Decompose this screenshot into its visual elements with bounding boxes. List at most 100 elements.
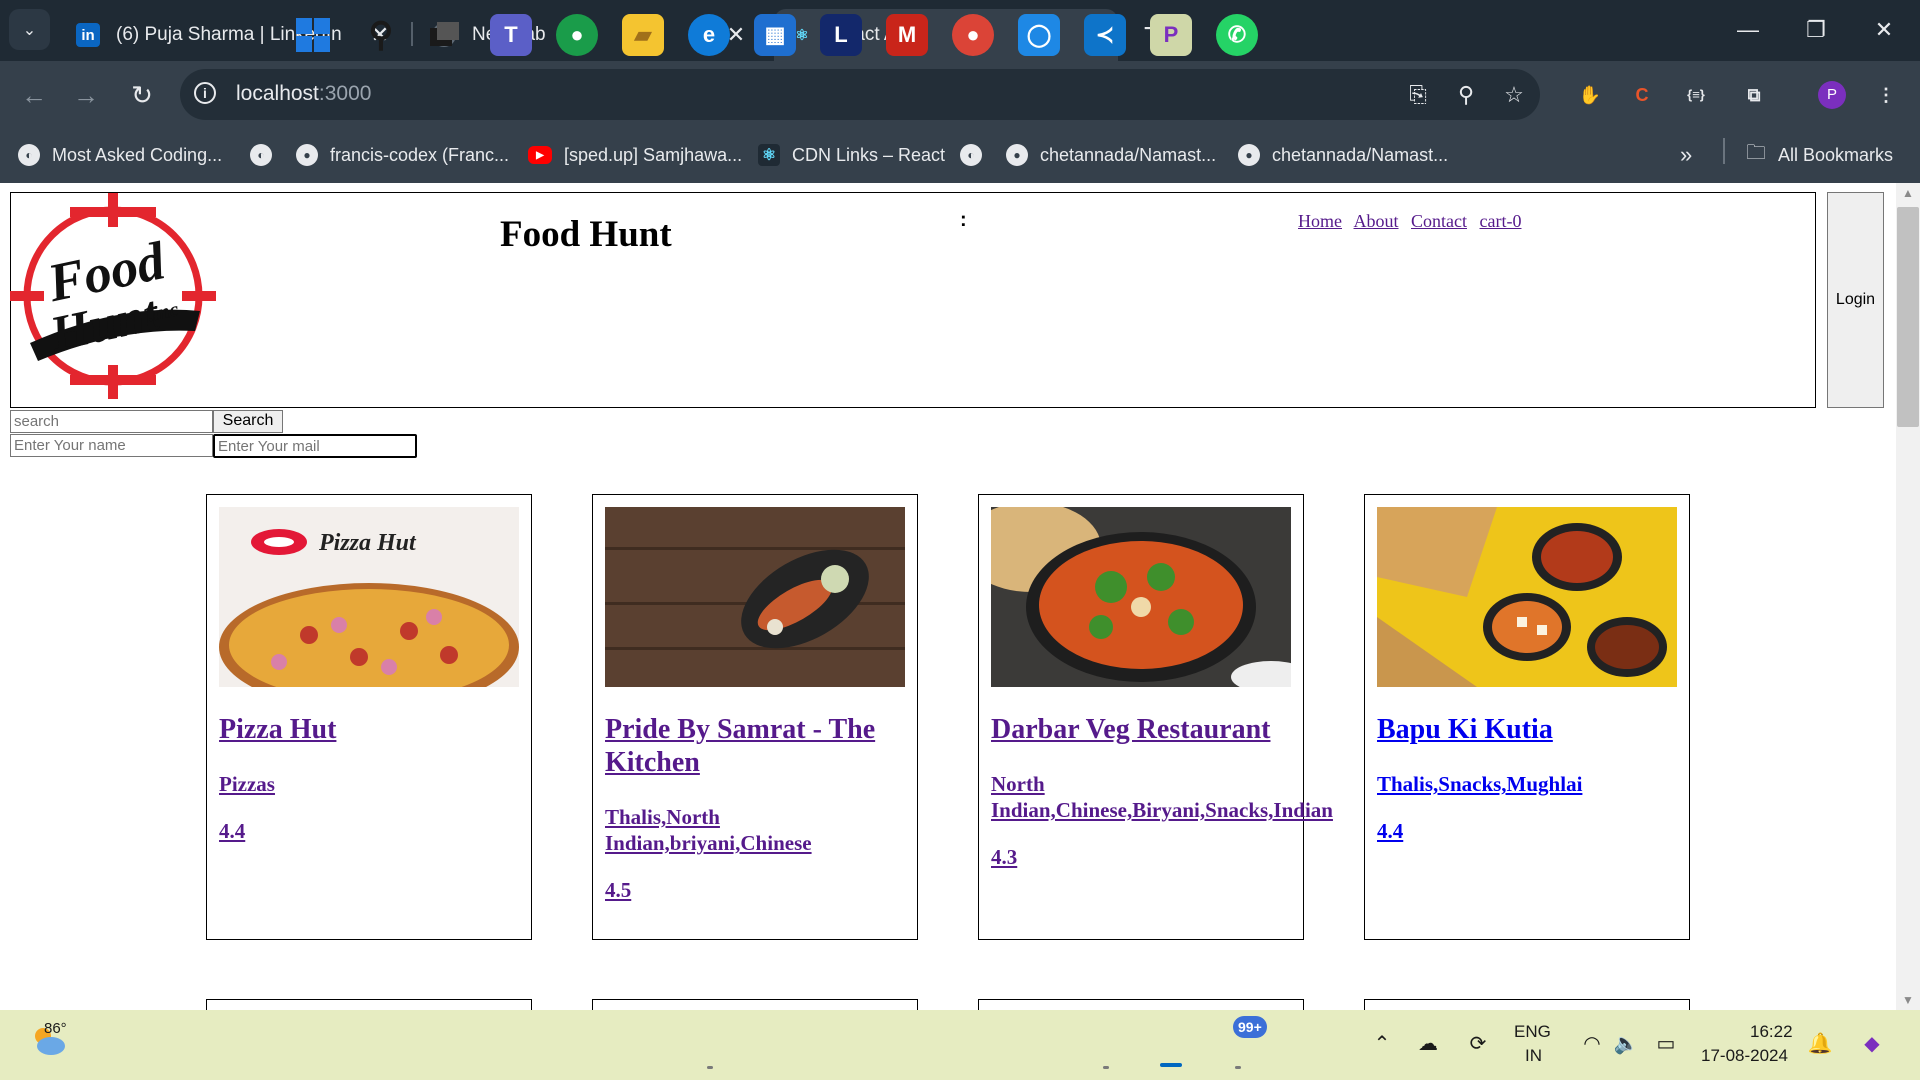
bookmark-item[interactable]: ⚛ CDN Links – React (758, 138, 945, 172)
bookmark-label: CDN Links – React (792, 144, 946, 165)
name-input[interactable] (10, 434, 213, 457)
extensions-puzzle-icon[interactable]: ⧉ (1740, 81, 1768, 109)
search-icon[interactable]: ⚲ (360, 14, 402, 56)
language-indicator[interactable]: ENG (1514, 1022, 1551, 1042)
browser-menu-icon[interactable]: ⋮ (1872, 81, 1900, 109)
l-app-icon[interactable]: L (820, 14, 862, 56)
clock-date[interactable]: 17-08-2024 (1701, 1046, 1788, 1066)
adblock-extension-icon[interactable]: ✋ (1576, 81, 1604, 109)
close-window-icon[interactable]: ✕ (1854, 8, 1914, 52)
nav-contact-link[interactable]: Contact (1411, 211, 1467, 231)
restore-icon[interactable]: ❐ (1786, 8, 1846, 52)
bookmark-item[interactable]: ● chetannada/Namast... (1238, 138, 1448, 172)
kebab-image (605, 507, 905, 687)
tab-linkedin[interactable]: in (6) Puja Sharma | LinkedIn ✕ (60, 9, 404, 61)
battery-icon[interactable]: ▭ (1652, 1030, 1680, 1058)
login-button[interactable]: Login (1827, 192, 1884, 408)
all-bookmarks-button[interactable]: 🗀 All Bookmarks (1746, 138, 1893, 172)
restaurant-name[interactable]: Pride By Samrat - The Kitchen (605, 713, 925, 779)
zoom-icon[interactable]: ⚲ (1450, 79, 1482, 111)
restaurant-cuisines[interactable]: Thalis,North Indian,briyani,Chinese (605, 804, 905, 856)
bookmarks-overflow-button[interactable]: » (1680, 138, 1692, 172)
vscode-icon[interactable]: ≺ (1084, 14, 1126, 56)
volume-icon[interactable]: 🔈 (1612, 1030, 1640, 1058)
chrome-icon[interactable]: ● (952, 14, 994, 56)
mcafee-icon[interactable]: M (886, 14, 928, 56)
c-extension-icon[interactable]: C (1628, 81, 1656, 109)
forward-icon[interactable]: → (68, 77, 104, 113)
restaurant-rating[interactable]: 4.5 (605, 878, 631, 903)
edge-icon[interactable]: e (688, 14, 730, 56)
restaurant-card-partial[interactable] (592, 999, 918, 1010)
show-hidden-icons-icon[interactable]: ⌃ (1368, 1030, 1396, 1058)
back-icon[interactable]: ← (16, 77, 52, 113)
nav-home-link[interactable]: Home (1298, 211, 1342, 231)
onedrive-icon[interactable]: ☁ (1414, 1030, 1442, 1058)
globe-icon: ◐ (250, 144, 272, 166)
restaurant-rating[interactable]: 4.4 (1377, 819, 1403, 844)
tab-search-button[interactable]: ⌄ (9, 9, 50, 50)
pizza-hut-logo-text: Pizza Hut (318, 530, 417, 556)
json-extension-icon[interactable]: {≡} (1682, 81, 1710, 109)
store-icon[interactable]: ▦ (754, 14, 796, 56)
zoom-app-icon[interactable]: ◯ (1018, 14, 1060, 56)
region-indicator[interactable]: IN (1525, 1046, 1542, 1066)
restaurant-rating[interactable]: 4.3 (991, 845, 1017, 870)
sync-icon[interactable]: ⟳ (1464, 1030, 1492, 1058)
bookmark-item[interactable]: ◐ (960, 138, 994, 172)
teams-icon[interactable]: T (490, 14, 532, 56)
mail-input[interactable] (213, 434, 417, 458)
restaurant-card[interactable]: Pizza Hut Pizza Hut Pizzas 4.4 (206, 494, 532, 940)
restaurant-cuisines[interactable]: Thalis,Snacks,Mughlai (1377, 771, 1737, 797)
chrome-profile-icon[interactable]: ● (556, 14, 598, 56)
search-input[interactable] (10, 410, 213, 433)
file-explorer-icon[interactable]: ▰ (622, 14, 664, 56)
page-viewport: Food Hunt .inc Food Hunt : Home About Co… (0, 183, 1920, 1010)
site-info-icon[interactable]: i (194, 82, 216, 104)
restaurant-card-partial[interactable] (206, 999, 532, 1010)
curry-image (991, 507, 1291, 687)
address-bar[interactable]: i localhost:3000 ⎘ ⚲ ☆ (180, 69, 1540, 120)
bookmark-item[interactable]: ● chetannada/Namast... (1006, 138, 1216, 172)
nav-cart-link[interactable]: cart-0 (1480, 211, 1522, 231)
bookmark-item[interactable]: ◐ Most Asked Coding... (18, 138, 222, 172)
restaurant-cuisines[interactable]: Pizzas (219, 771, 579, 797)
clock-time[interactable]: 16:22 (1750, 1022, 1793, 1042)
scroll-up-icon[interactable]: ▲ (1896, 183, 1920, 203)
restaurant-cuisines[interactable]: North Indian,Chinese,Biryani,Snacks,Indi… (991, 771, 1371, 823)
minimize-icon[interactable]: — (1718, 8, 1778, 52)
reload-icon[interactable]: ↻ (124, 77, 160, 113)
restaurant-card-partial[interactable] (978, 999, 1304, 1010)
search-button[interactable]: Search (213, 410, 283, 433)
all-bookmarks-label: All Bookmarks (1778, 144, 1894, 165)
restaurant-card[interactable]: Bapu Ki Kutia Thalis,Snacks,Mughlai 4.4 (1364, 494, 1690, 940)
restaurant-name[interactable]: Darbar Veg Restaurant (991, 713, 1311, 746)
restaurant-rating[interactable]: 4.4 (219, 819, 245, 844)
scrollbar-thumb[interactable] (1897, 207, 1919, 427)
bookmark-star-icon[interactable]: ☆ (1498, 79, 1530, 111)
wifi-icon[interactable]: ◠ (1578, 1030, 1606, 1058)
food-hunt-logo: Food Hunt .inc (10, 193, 216, 399)
url-text[interactable]: localhost:3000 (236, 82, 371, 106)
restaurant-name[interactable]: Pizza Hut (219, 713, 539, 746)
restaurant-name[interactable]: Bapu Ki Kutia (1377, 713, 1697, 746)
whatsapp-icon[interactable]: ✆ (1216, 14, 1258, 56)
bookmark-item[interactable]: ◐ (250, 138, 284, 172)
bookmark-item[interactable]: ▶ [sped.up] Samjhawa... (528, 138, 742, 172)
copilot-icon[interactable]: ◆ (1858, 1030, 1886, 1058)
start-button[interactable] (292, 14, 334, 56)
chrome-profile-p-icon[interactable]: P (1150, 14, 1192, 56)
notification-bell-icon[interactable]: 🔔 (1806, 1030, 1834, 1058)
task-view-icon[interactable] (424, 14, 466, 56)
restaurant-card-partial[interactable] (1364, 999, 1690, 1010)
restaurant-card[interactable]: Darbar Veg Restaurant North Indian,Chine… (978, 494, 1333, 940)
scroll-down-icon[interactable]: ▼ (1896, 990, 1920, 1010)
windows-logo-icon (296, 18, 330, 52)
install-app-icon[interactable]: ⎘ (1402, 79, 1434, 111)
restaurant-card[interactable]: Pride By Samrat - The Kitchen Thalis,Nor… (592, 494, 918, 940)
profile-avatar[interactable]: P (1818, 81, 1846, 109)
github-icon: ● (1006, 144, 1028, 166)
bookmark-item[interactable]: ● francis-codex (Franc... (296, 138, 509, 172)
nav-about-link[interactable]: About (1354, 211, 1399, 231)
folder-icon: 🗀 (1746, 142, 1766, 164)
